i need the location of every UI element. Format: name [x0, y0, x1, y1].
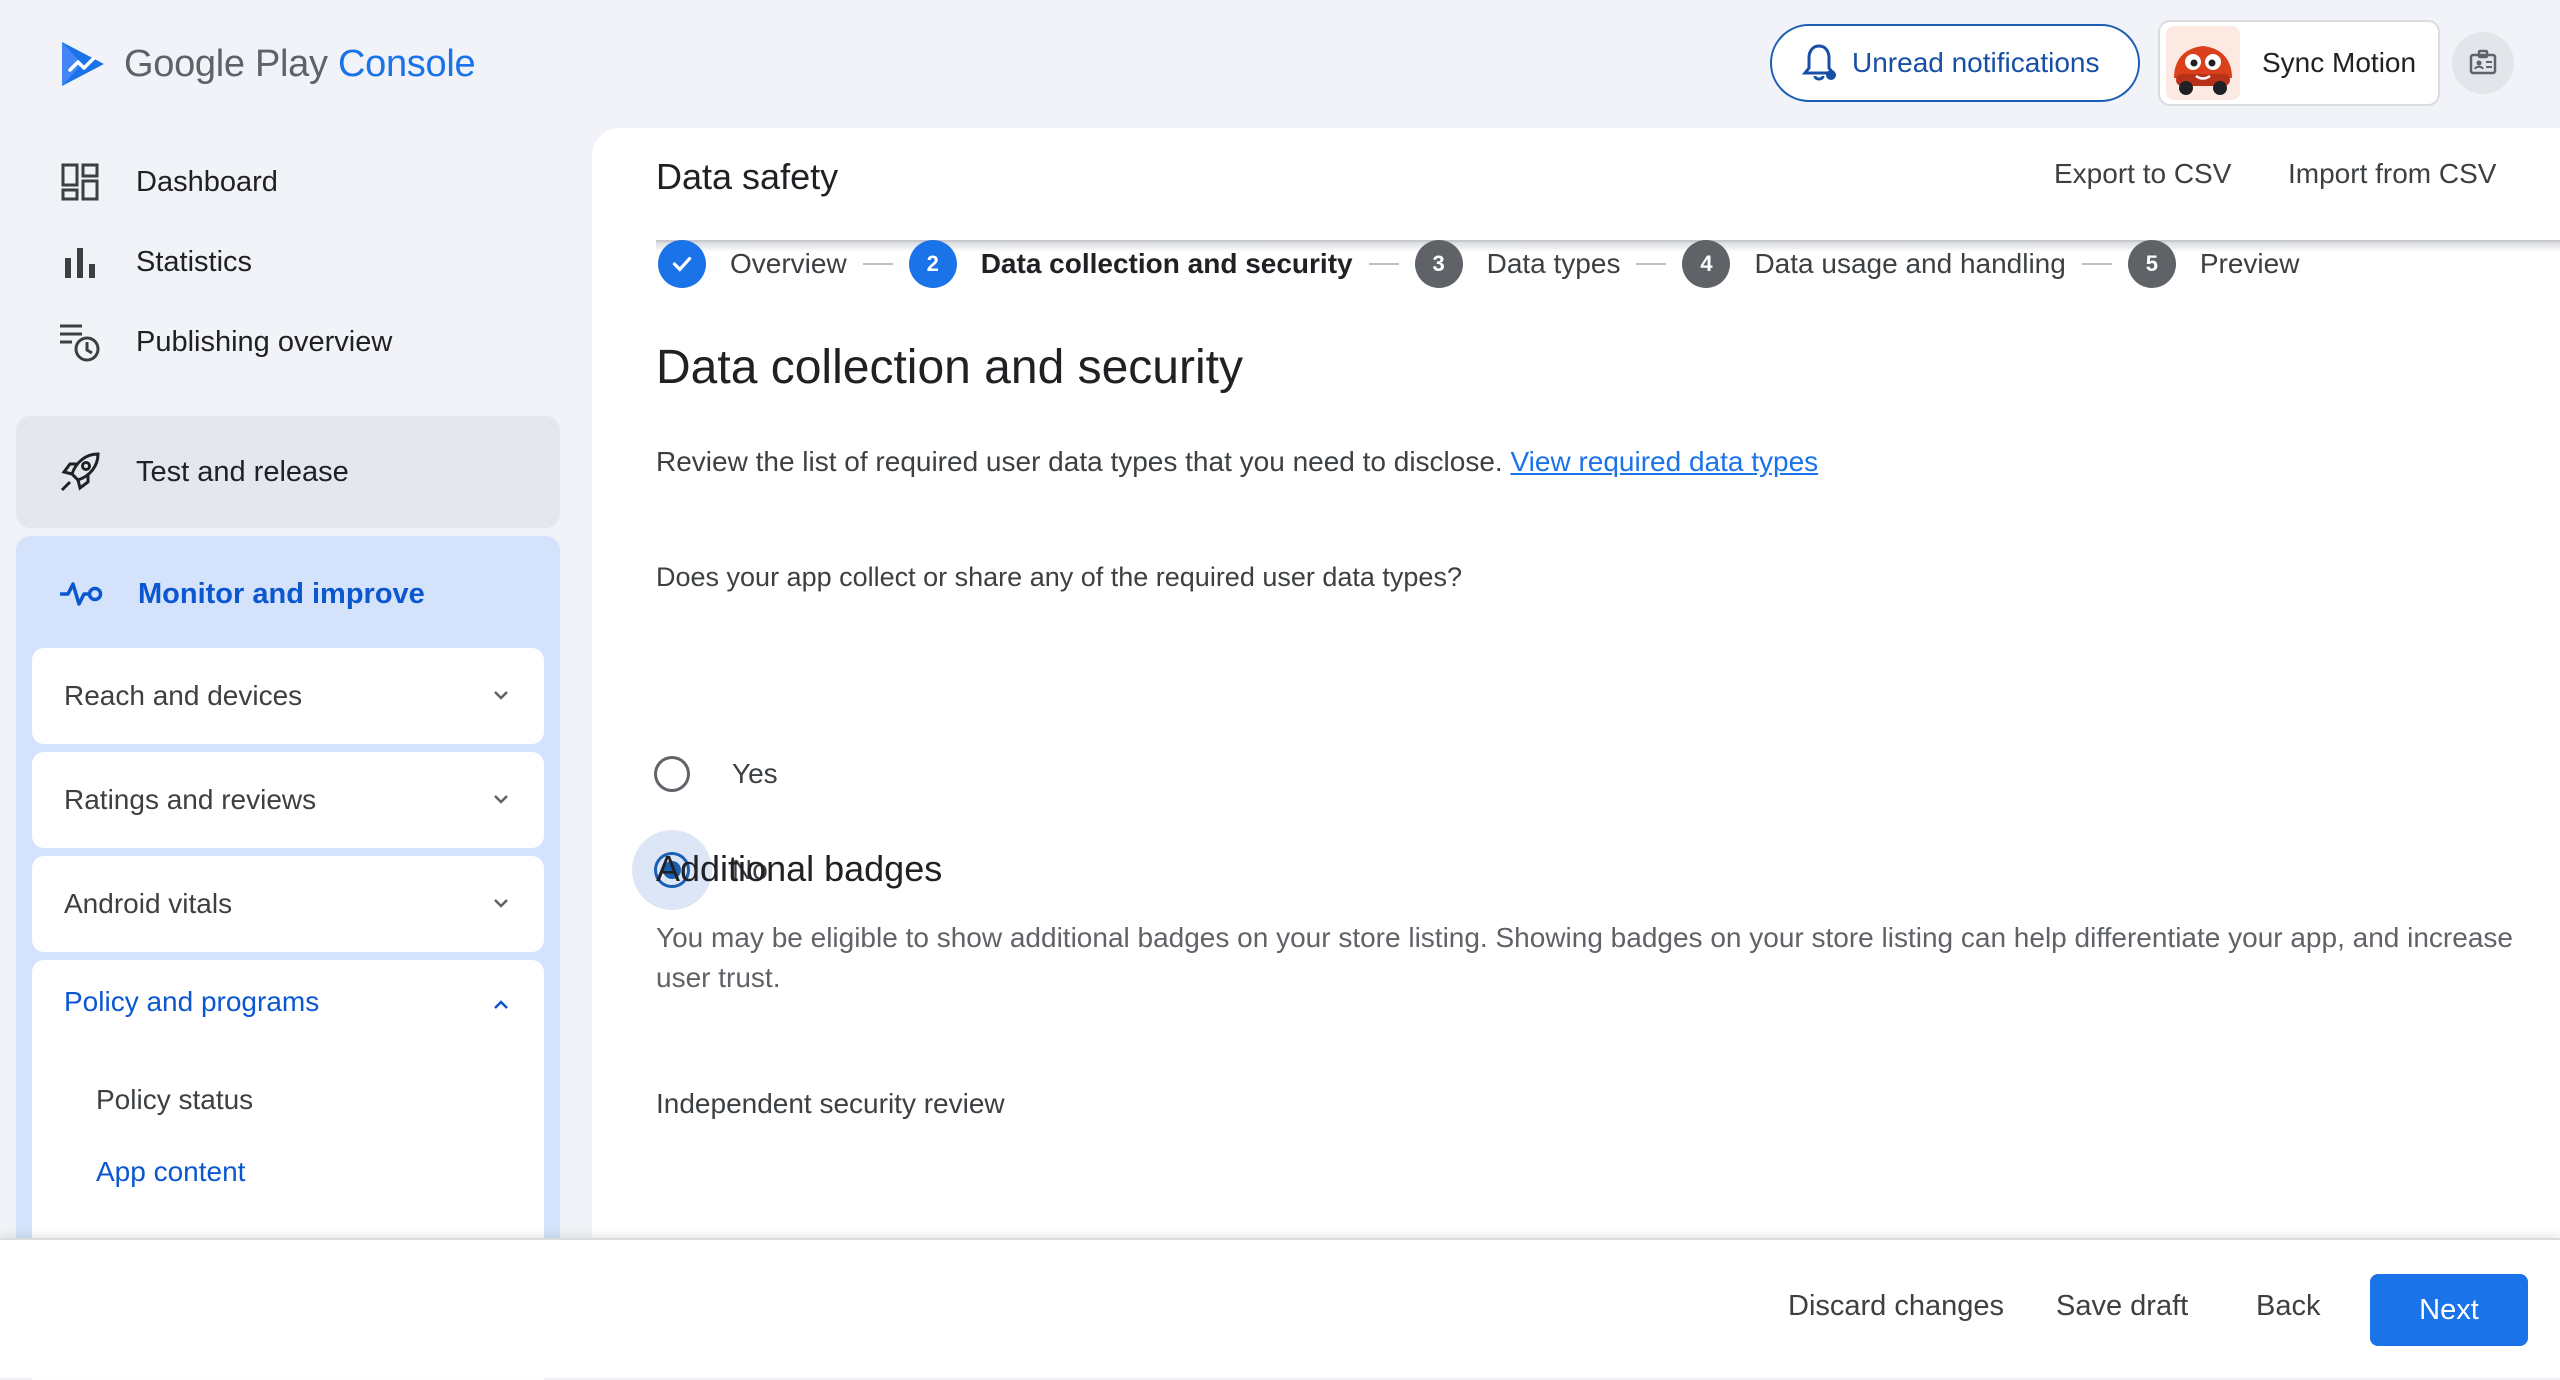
bar-chart-icon: [58, 240, 102, 284]
step-divider: [862, 263, 893, 265]
radio-label: Yes: [732, 758, 778, 789]
step-label: Data usage and handling: [1754, 248, 2066, 279]
id-badge-icon: [2469, 49, 2497, 75]
step-overview[interactable]: Overview: [658, 240, 847, 288]
section-label: Android vitals: [64, 888, 233, 919]
step-data-collection[interactable]: 2 Data collection and security: [908, 240, 1353, 288]
chevron-up-icon[interactable]: [488, 992, 514, 1018]
import-csv-button[interactable]: Import from CSV: [2288, 158, 2496, 190]
security-review-heading: Independent security review: [656, 1088, 1005, 1119]
back-button[interactable]: Back: [2256, 1290, 2320, 1323]
sidebar-item-label: Monitor and improve: [138, 577, 425, 610]
radio-wrap: [632, 734, 712, 814]
action-footer: Discard changes Save draft Back Next: [0, 1238, 2560, 1378]
chevron-down-icon: [494, 691, 508, 700]
sidebar-item-label: Publishing overview: [136, 325, 393, 358]
view-required-data-types-link[interactable]: View required data types: [1510, 446, 1818, 477]
step-divider: [2081, 263, 2112, 265]
sidebar-section-reach-and-devices[interactable]: Reach and devices: [32, 648, 544, 744]
play-console-logo[interactable]: Google Play Console: [58, 36, 476, 92]
sidebar-section-ratings-and-reviews[interactable]: Ratings and reviews: [32, 752, 544, 848]
radio-option-yes[interactable]: Yes: [632, 734, 778, 814]
sidebar-item-app-content[interactable]: App content: [96, 1156, 245, 1188]
section-heading: Data collection and security: [656, 341, 1243, 394]
step-label: Data types: [1486, 248, 1621, 279]
section-label: Ratings and reviews: [64, 784, 317, 815]
step-data-types[interactable]: 3 Data types: [1414, 240, 1621, 288]
page-header: Data safety Export to CSV Import from CS…: [592, 128, 2560, 240]
additional-badges-heading: Additional badges: [656, 848, 943, 889]
next-button[interactable]: Next: [2370, 1274, 2528, 1346]
step-number: 3: [1414, 240, 1463, 288]
developer-badge-button[interactable]: [2452, 32, 2514, 94]
page-title: Data safety: [656, 156, 839, 197]
sidebar-section-android-vitals[interactable]: Android vitals: [32, 856, 544, 952]
sidebar-item-label: Dashboard: [136, 165, 278, 198]
unread-notifications-button[interactable]: Unread notifications: [1770, 24, 2140, 102]
sidebar-item-dashboard[interactable]: Dashboard: [58, 152, 278, 212]
sidebar-item-label: Statistics: [136, 245, 253, 278]
intro-text: Review the list of required user data ty…: [656, 446, 1819, 477]
account-switcher[interactable]: Sync Motion: [2158, 20, 2440, 106]
pulse-icon: [58, 574, 104, 614]
sidebar-item-publishing-overview[interactable]: Publishing overview: [58, 312, 392, 372]
notifications-label: Unread notifications: [1852, 47, 2100, 78]
step-number: 4: [1682, 240, 1731, 288]
sidebar-item-test-and-release[interactable]: Test and release: [16, 416, 560, 528]
check-icon: [658, 240, 706, 288]
step-number: 5: [2127, 240, 2176, 288]
step-divider: [1368, 263, 1399, 265]
rocket-icon: [58, 450, 102, 494]
account-name: Sync Motion: [2262, 47, 2417, 78]
discard-changes-button[interactable]: Discard changes: [1788, 1290, 2004, 1323]
sidebar-item-policy-status[interactable]: Policy status: [96, 1084, 253, 1116]
step-label: Preview: [2199, 248, 2300, 279]
policy-and-programs-toggle[interactable]: Policy and programs: [64, 986, 319, 1018]
step-preview[interactable]: 5 Preview: [2127, 240, 2300, 288]
step-number: 2: [908, 240, 957, 288]
logo-text: Google Play Console: [124, 42, 476, 85]
step-data-usage[interactable]: 4 Data usage and handling: [1682, 240, 2066, 288]
step-divider: [1636, 263, 1667, 265]
main-panel: Data safety Export to CSV Import from CS…: [592, 128, 2560, 1238]
chevron-down-icon: [494, 899, 508, 908]
collect-question: Does your app collect or share any of th…: [656, 562, 1462, 592]
save-draft-button[interactable]: Save draft: [2056, 1290, 2188, 1323]
radio-button-yes[interactable]: [654, 756, 690, 792]
publishing-clock-icon: [58, 320, 102, 364]
section-label: Reach and devices: [64, 680, 303, 711]
additional-badges-description: You may be eligible to show additional b…: [656, 922, 2513, 993]
sidebar-item-monitor-and-improve[interactable]: Monitor and improve: [58, 564, 425, 624]
stepper: Overview 2 Data collection and security …: [658, 238, 2299, 290]
app-avatar: [2166, 26, 2240, 100]
sidebar-item-statistics[interactable]: Statistics: [58, 232, 252, 292]
play-console-logo-icon: [62, 42, 104, 86]
sidebar-item-label: Test and release: [136, 455, 349, 488]
dashboard-icon: [58, 160, 102, 204]
chevron-down-icon: [494, 795, 508, 804]
step-label: Overview: [730, 248, 847, 279]
step-label: Data collection and security: [980, 248, 1353, 279]
bell-icon: [1800, 42, 1838, 84]
export-csv-button[interactable]: Export to CSV: [2054, 158, 2231, 190]
